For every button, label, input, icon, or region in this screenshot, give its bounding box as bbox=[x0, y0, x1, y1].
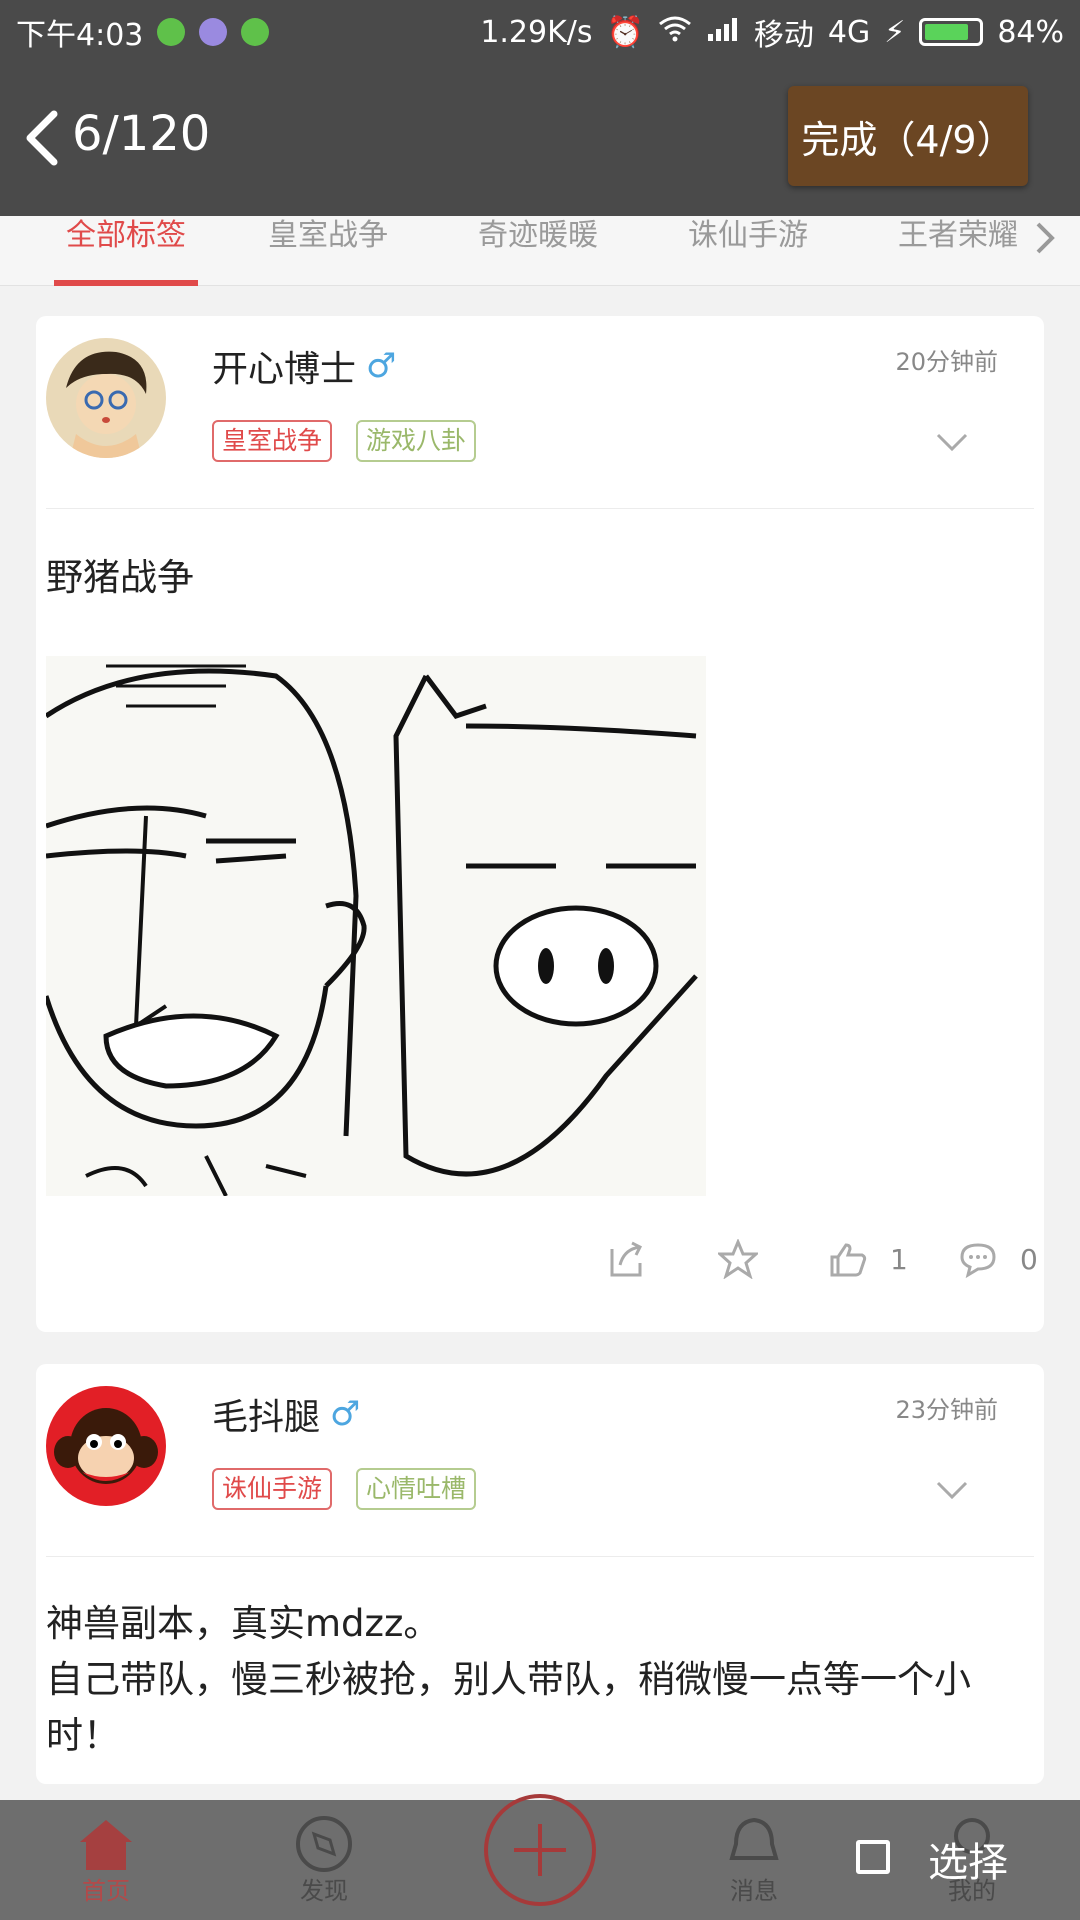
chevron-left-icon bbox=[26, 110, 58, 166]
like-button[interactable]: 1 bbox=[828, 1234, 908, 1284]
post-time: 20分钟前 bbox=[895, 348, 998, 376]
network-type: 4G bbox=[827, 14, 871, 50]
home-icon bbox=[80, 1820, 132, 1870]
status-time: 下午4:03 bbox=[16, 18, 144, 53]
bell-icon bbox=[729, 1817, 779, 1860]
tab-all-tags[interactable]: 全部标签 bbox=[66, 216, 186, 286]
favorite-button[interactable] bbox=[718, 1234, 758, 1284]
post-actions: 1 0 bbox=[36, 1234, 1044, 1284]
nav-messages-label: 消息 bbox=[730, 1877, 778, 1905]
post-tag[interactable]: 皇室战争 bbox=[212, 420, 333, 462]
post-tag[interactable]: 游戏八卦 bbox=[356, 420, 477, 462]
done-button[interactable]: 完成（4/9） bbox=[788, 86, 1028, 186]
top-bar: 6/120 完成（4/9） bbox=[0, 56, 1080, 216]
username-text: 开心博士 bbox=[212, 349, 357, 390]
post-text: 神兽副本，真实mdzz。 自己带队，慢三秒被抢，别人带队，稍微慢一点等一个小 时… bbox=[46, 1596, 1036, 1764]
page-counter: 6/120 bbox=[72, 106, 211, 162]
male-gender-icon: ♂ bbox=[330, 1394, 361, 1434]
chevron-right-icon bbox=[1036, 222, 1055, 254]
username-text: 毛抖腿 bbox=[212, 1397, 321, 1438]
post-card[interactable]: 开心博士 ♂ 20分钟前 皇室战争 游戏八卦 野猪战争 1 0 bbox=[36, 316, 1044, 1332]
like-count: 1 bbox=[890, 1242, 908, 1276]
tabs-scroll-right[interactable] bbox=[1030, 220, 1060, 256]
comment-count: 0 bbox=[1020, 1242, 1038, 1276]
wifi-icon bbox=[658, 15, 692, 50]
nav-discover-label: 发现 bbox=[300, 1877, 348, 1905]
username[interactable]: 开心博士 ♂ bbox=[212, 340, 397, 392]
back-button[interactable] bbox=[22, 108, 72, 168]
chevron-down-icon[interactable] bbox=[936, 432, 968, 452]
avatar[interactable] bbox=[46, 1386, 166, 1506]
add-post-button[interactable] bbox=[484, 1794, 596, 1906]
thumbs-up-icon bbox=[830, 1243, 867, 1277]
nav-home-label: 首页 bbox=[82, 1877, 130, 1905]
select-checkbox[interactable] bbox=[856, 1840, 890, 1874]
nav-discover[interactable]: 发现 bbox=[264, 1810, 384, 1920]
app-notification-icon bbox=[199, 18, 228, 46]
bottom-navigation: 首页 发现 消息 我的 选择 bbox=[0, 1794, 1080, 1920]
chevron-down-icon[interactable] bbox=[936, 1480, 968, 1500]
tab-honor-of-kings[interactable]: 王者荣耀 bbox=[898, 216, 1018, 286]
android-notification-icon bbox=[241, 18, 270, 46]
star-icon bbox=[718, 1239, 758, 1279]
tab-zhuxian[interactable]: 诛仙手游 bbox=[688, 216, 808, 286]
compass-icon bbox=[296, 1816, 352, 1872]
network-speed: 1.29K/s bbox=[480, 14, 593, 50]
status-bar: 下午4:03 1.29K/s ⏰ 移动 4G ⚡ 84% bbox=[0, 0, 1080, 56]
post-text: 野猪战争 bbox=[46, 556, 194, 599]
divider bbox=[46, 1556, 1034, 1557]
alarm-icon: ⏰ bbox=[606, 14, 644, 50]
share-button[interactable] bbox=[606, 1234, 646, 1284]
post-text-line: 时！ bbox=[46, 1714, 120, 1757]
tab-miracle-nikki[interactable]: 奇迹暖暖 bbox=[478, 216, 598, 286]
divider bbox=[46, 508, 1034, 509]
post-text-line: 自己带队，慢三秒被抢，别人带队，稍微慢一点等一个小 bbox=[46, 1658, 971, 1701]
nav-messages[interactable]: 消息 bbox=[694, 1810, 814, 1920]
carrier-name: 移动 bbox=[753, 18, 814, 53]
post-image[interactable] bbox=[46, 656, 706, 1196]
post-tag[interactable]: 心情吐槽 bbox=[356, 1468, 477, 1510]
comment-button[interactable]: 0 bbox=[958, 1234, 1038, 1284]
avatar[interactable] bbox=[46, 338, 166, 458]
screen: 下午4:03 1.29K/s ⏰ 移动 4G ⚡ 84% 6/120 完成（4/ bbox=[0, 0, 1080, 1920]
signal-icon bbox=[706, 15, 740, 50]
post-time: 23分钟前 bbox=[895, 1396, 998, 1424]
nav-home[interactable]: 首页 bbox=[46, 1810, 166, 1920]
share-icon bbox=[610, 1241, 643, 1277]
comment-icon bbox=[960, 1243, 996, 1279]
tag-tabs: 全部标签 皇室战争 奇迹暖暖 诛仙手游 王者荣耀 bbox=[0, 216, 1080, 286]
post-text-line: 神兽副本，真实mdzz。 bbox=[46, 1602, 441, 1645]
app-notification-icon bbox=[157, 18, 186, 46]
battery-percent: 84% bbox=[997, 14, 1064, 50]
battery-icon bbox=[919, 18, 984, 46]
active-tab-indicator bbox=[54, 280, 198, 286]
post-tag[interactable]: 诛仙手游 bbox=[212, 1468, 333, 1510]
select-label[interactable]: 选择 bbox=[928, 1830, 1008, 1888]
charging-icon: ⚡ bbox=[884, 14, 906, 50]
username[interactable]: 毛抖腿 ♂ bbox=[212, 1388, 361, 1440]
post-card[interactable]: 毛抖腿 ♂ 23分钟前 诛仙手游 心情吐槽 神兽副本，真实mdzz。 自己带队，… bbox=[36, 1364, 1044, 1784]
male-gender-icon: ♂ bbox=[366, 346, 397, 386]
tab-clash-royale[interactable]: 皇室战争 bbox=[268, 216, 388, 286]
